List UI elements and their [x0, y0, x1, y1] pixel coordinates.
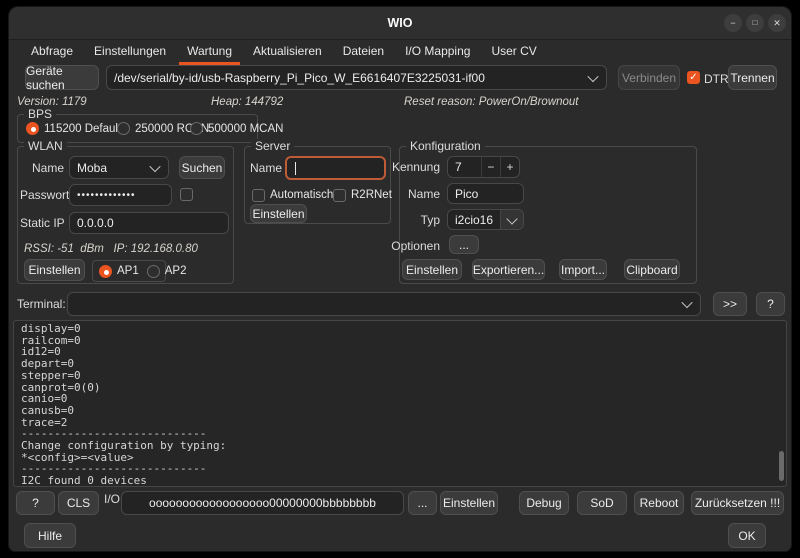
io-apply-button[interactable]: Einstellen: [440, 491, 498, 515]
disconnect-button[interactable]: Trennen: [728, 65, 777, 90]
cls-button[interactable]: CLS: [58, 491, 99, 515]
tab-einstellungen[interactable]: Einstellungen: [86, 39, 174, 65]
bps-radio-115200[interactable]: 115200 Default: [26, 122, 121, 135]
konfig-name-field[interactable]: Pico: [447, 183, 524, 204]
screen: { "window": { "title": "WIO" }, "icons":…: [0, 0, 800, 558]
chevron-down-icon: [681, 297, 692, 308]
kennung-increment-button[interactable]: +: [500, 157, 519, 177]
server-group: Server Name Automatisch R2RNet Einstelle…: [244, 146, 391, 224]
close-icon[interactable]: ✕: [768, 14, 786, 32]
konfig-name-label: Name: [408, 187, 440, 201]
bps-group-title: BPS: [24, 107, 56, 121]
server-name-label: Name: [250, 161, 282, 175]
bps-radio-500000[interactable]: 500000 MCAN: [190, 122, 283, 135]
io-help-button[interactable]: ?: [16, 491, 55, 515]
wlan-password-label: Passwort: [20, 188, 64, 202]
kennung-spinner: 7 − +: [447, 156, 520, 178]
server-name-field[interactable]: [285, 156, 386, 180]
window-title: WIO: [388, 16, 413, 30]
radio-icon: [117, 122, 130, 135]
server-auto-label: Automatisch: [270, 189, 333, 201]
wlan-ap-frame: AP1 AP2: [92, 260, 166, 282]
konfig-export-button[interactable]: Exportieren...: [472, 259, 545, 280]
terminal-output: display=0 railcom=0 id12=0 depart=0 step…: [13, 320, 787, 487]
radio-icon: [147, 265, 160, 278]
konfig-apply-button[interactable]: Einstellen: [402, 259, 462, 280]
server-r2rnet-label: R2RNet: [351, 189, 392, 201]
server-group-title: Server: [251, 139, 294, 153]
tab-dateien[interactable]: Dateien: [335, 39, 392, 65]
wlan-show-password-checkbox[interactable]: [180, 188, 193, 201]
io-more-button[interactable]: ...: [408, 491, 437, 515]
terminal-scrollbar[interactable]: [779, 451, 784, 481]
text-cursor: [295, 162, 296, 175]
tab-aktualisieren[interactable]: Aktualisieren: [245, 39, 330, 65]
wlan-password-field[interactable]: •••••••••••••: [69, 184, 172, 206]
chevron-down-icon: [587, 70, 598, 81]
chevron-down-icon[interactable]: [500, 210, 523, 229]
maximize-icon[interactable]: □: [746, 14, 764, 32]
wlan-name-combobox[interactable]: Moba: [69, 156, 169, 179]
tab-io-mapping[interactable]: I/O Mapping: [397, 39, 478, 65]
wlan-static-ip-field[interactable]: 0.0.0.0: [69, 212, 229, 234]
tab-bar: Abfrage Einstellungen Wartung Aktualisie…: [9, 39, 791, 65]
tab-abfrage[interactable]: Abfrage: [23, 39, 81, 65]
tab-wartung[interactable]: Wartung: [179, 39, 240, 65]
dtr-label: DTR: [704, 72, 729, 86]
connect-button[interactable]: Verbinden: [618, 65, 680, 90]
radio-icon: [99, 265, 112, 278]
window-controls: − □ ✕: [724, 14, 786, 32]
optionen-more-button[interactable]: ...: [449, 235, 479, 254]
terminal-send-button[interactable]: >>: [713, 292, 747, 316]
server-auto-checkbox[interactable]: [252, 189, 265, 202]
kennung-decrement-button[interactable]: −: [481, 157, 500, 177]
titlebar: WIO − □ ✕: [9, 7, 791, 40]
typ-label: Typ: [421, 213, 440, 227]
sod-button[interactable]: SoD: [577, 491, 627, 515]
io-label: I/O: [104, 492, 120, 506]
terminal-output-text: display=0 railcom=0 id12=0 depart=0 step…: [14, 321, 786, 487]
optionen-label: Optionen: [391, 239, 440, 253]
chevron-down-icon: [149, 160, 160, 171]
reset-reason-text: Reset reason: PowerOn/Brownout: [404, 96, 579, 108]
radio-icon: [190, 122, 203, 135]
ok-button[interactable]: OK: [728, 523, 766, 548]
io-state-field[interactable]: oooooooooooooooooo00000000bbbbbbbb: [121, 491, 404, 515]
heap-text: Heap: 144792: [211, 96, 283, 108]
wlan-name-label: Name: [20, 161, 64, 175]
search-devices-button[interactable]: Geräte suchen: [25, 65, 99, 90]
reboot-button[interactable]: Reboot: [634, 491, 684, 515]
konfiguration-group: Konfiguration Kennung 7 − + Name Pico Ty…: [399, 146, 697, 284]
wlan-ap2-radio[interactable]: AP2: [147, 265, 187, 278]
reset-button[interactable]: Zurücksetzen !!!: [691, 491, 784, 515]
wlan-apply-button[interactable]: Einstellen: [24, 259, 85, 281]
server-apply-button[interactable]: Einstellen: [250, 204, 307, 223]
kennung-label: Kennung: [392, 160, 440, 174]
app-window: WIO − □ ✕ Abfrage Einstellungen Wartung …: [8, 6, 792, 552]
wlan-search-button[interactable]: Suchen: [179, 156, 225, 179]
terminal-help-button[interactable]: ?: [756, 292, 785, 316]
wlan-group-title: WLAN: [24, 139, 67, 153]
dtr-checkbox[interactable]: ✓: [687, 71, 700, 84]
tab-user-cv[interactable]: User CV: [483, 39, 544, 65]
terminal-input-combobox[interactable]: [67, 292, 701, 316]
wlan-ap1-radio[interactable]: AP1: [99, 265, 139, 278]
server-r2rnet-checkbox[interactable]: [333, 189, 346, 202]
kennung-value[interactable]: 7: [448, 157, 481, 177]
device-path-value: /dev/serial/by-id/usb-Raspberry_Pi_Pico_…: [107, 71, 589, 85]
wlan-rssi-text: RSSI: -51 dBm IP: 192.168.0.80: [24, 243, 198, 255]
terminal-label: Terminal:: [17, 297, 66, 311]
help-button[interactable]: Hilfe: [24, 523, 76, 548]
radio-icon: [26, 122, 39, 135]
typ-combobox[interactable]: i2cio16: [447, 209, 524, 230]
konfig-import-button[interactable]: Import...: [559, 259, 607, 280]
wlan-static-ip-label: Static IP: [20, 216, 64, 230]
konfiguration-group-title: Konfiguration: [406, 139, 485, 153]
konfig-clipboard-button[interactable]: Clipboard: [624, 259, 680, 280]
minimize-icon[interactable]: −: [724, 14, 742, 32]
debug-button[interactable]: Debug: [519, 491, 569, 515]
wlan-group: WLAN Name Moba Suchen Passwort •••••••••…: [17, 146, 234, 284]
device-path-combobox[interactable]: /dev/serial/by-id/usb-Raspberry_Pi_Pico_…: [106, 65, 607, 90]
